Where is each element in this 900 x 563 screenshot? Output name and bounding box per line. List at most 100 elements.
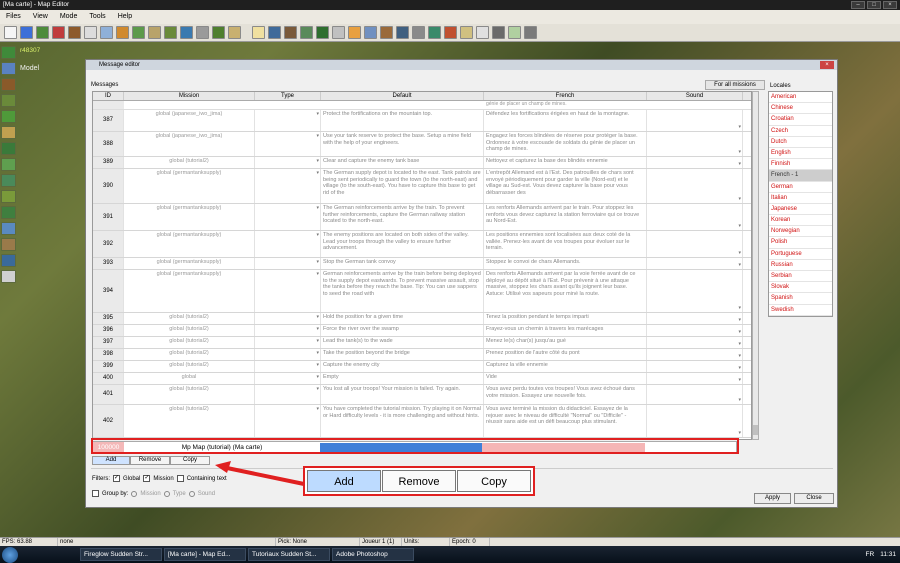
table-row[interactable]: 393global (germantanksupply) Stop the Ger… [93,258,751,270]
row-mission[interactable]: global (tutorial2) [124,405,255,437]
row-mission[interactable]: global (germantanksupply) [124,204,255,230]
row-default-text[interactable]: Capture the enemy city [321,361,484,372]
terrain-tool-icon[interactable] [1,126,16,139]
toolbar-tool-icon[interactable] [164,26,177,39]
callout-remove-button[interactable]: Remove [382,470,456,492]
locale-item[interactable]: Dutch [769,137,832,148]
row-default-text[interactable]: You lost all your troops! Your mission i… [321,385,484,404]
toolbar-tool-icon[interactable] [4,26,17,39]
row-mission[interactable]: global (japanese_iwo_jima) [124,132,255,156]
menu-mode[interactable]: Mode [60,10,78,24]
row-sound[interactable] [647,325,743,336]
locale-item[interactable]: American [769,92,832,104]
toolbar-tool-icon[interactable] [84,26,97,39]
row-sound[interactable] [647,231,743,257]
row-type[interactable] [255,313,321,324]
locale-item[interactable]: Spanish [769,293,832,305]
row-type[interactable] [255,373,321,384]
row-default-text[interactable]: The enemy positions are located on both … [321,231,484,257]
for-all-missions-button[interactable]: For all missions [705,80,765,90]
close-icon[interactable]: × [883,1,897,9]
terrain-tool-icon[interactable] [1,94,16,107]
toolbar-tool-icon[interactable] [228,26,241,39]
callout-add-button[interactable]: Add [307,470,381,492]
terrain-tool-icon[interactable] [1,222,16,235]
minimize-icon[interactable]: – [851,1,865,9]
task-map-editor[interactable]: [Ma carte] - Map Ed... [164,548,246,561]
row-sound[interactable] [647,361,743,372]
terrain-tool-icon[interactable] [1,78,16,91]
row-sound[interactable] [647,110,743,131]
groupby-type-radio[interactable] [163,490,170,497]
row-id[interactable]: 387 [93,110,124,131]
toolbar-tool-icon[interactable] [268,26,281,39]
close-button[interactable]: Close [794,493,834,504]
terrain-tool-icon[interactable] [1,254,16,267]
terrain-tool-icon[interactable] [1,174,16,187]
table-row[interactable]: 401global (tutorial2) You lost all your t… [93,385,751,405]
toolbar-tool-icon[interactable] [380,26,393,39]
row-mission[interactable]: global (tutorial2) [124,325,255,336]
start-icon[interactable] [2,546,18,563]
row-sound[interactable] [647,157,743,168]
global-checkbox[interactable]: ✓ [113,475,120,482]
row-mission[interactable]: global (tutorial2) [124,157,255,168]
locale-item[interactable]: Finnish [769,159,832,171]
locale-item[interactable]: Korean [769,215,832,227]
row-sound[interactable] [647,204,743,230]
toolbar-tool-icon[interactable] [476,26,489,39]
toolbar-tool-icon[interactable] [316,26,329,39]
terrain-tool-icon[interactable] [1,190,16,203]
toolbar-tool-icon[interactable] [180,26,193,39]
locale-item[interactable]: English [769,148,832,160]
groupby-mission-radio[interactable] [131,490,138,497]
locale-item[interactable]: Portuguese [769,249,832,260]
row-id[interactable]: 388 [93,132,124,156]
toolbar-tool-icon[interactable] [412,26,425,39]
toolbar-tool-icon[interactable] [396,26,409,39]
grid-scrollbar[interactable] [752,91,759,440]
row-id[interactable]: 394 [93,270,124,312]
menu-help[interactable]: Help [118,10,132,24]
row-default-text[interactable]: Clear and capture the enemy tank base [321,157,484,168]
row-id[interactable]: 399 [93,361,124,372]
row-default-text[interactable]: You have completed the tutorial mission.… [321,405,484,437]
groupby-sound-radio[interactable] [188,490,195,497]
row-default-text[interactable]: German reinforcements arrive by the trai… [321,270,484,312]
locale-item[interactable]: Slovak [769,282,832,294]
row-mission[interactable]: global (germantanksupply) [124,231,255,257]
row-default-text[interactable]: Take the position beyond the bridge [321,349,484,360]
row-french-text[interactable]: Nettoyez et capturez la base des blindés… [484,157,647,168]
terrain-tool-icon[interactable] [1,110,16,123]
task-photoshop[interactable]: Adobe Photoshop [332,548,414,561]
row-type[interactable] [255,270,321,312]
maximize-icon[interactable]: □ [867,1,881,9]
row-id[interactable]: 397 [93,337,124,348]
callout-copy-button[interactable]: Copy [457,470,531,492]
row-mission[interactable]: global (germantanksupply) [124,270,255,312]
row-default-text[interactable]: Use your tank reserve to protect the bas… [321,132,484,156]
row-french-text[interactable]: Engagez les forces blindées de réserve p… [484,132,647,156]
groupby-checkbox[interactable] [92,490,99,497]
toolbar-tool-icon[interactable] [68,26,81,39]
row-mission[interactable]: global (tutorial2) [124,385,255,404]
row-type[interactable] [255,405,321,437]
table-row[interactable]: 388global (japanese_iwo_jima) Use your ta… [93,132,751,157]
toolbar-tool-icon[interactable] [36,26,49,39]
row-french-text[interactable]: Stoppez le convoi de chars Allemands. [484,258,647,269]
editor-close-icon[interactable]: × [820,61,834,69]
terrain-tool-icon[interactable] [1,46,16,59]
row-sound[interactable] [647,385,743,404]
row-id[interactable]: 401 [93,385,124,404]
containing-text-checkbox[interactable] [176,475,184,482]
menu-view[interactable]: View [33,10,48,24]
locale-item[interactable]: Norwegian [769,226,832,238]
row-french-text[interactable]: Défendez les fortifications érigées en h… [484,110,647,131]
toolbar-tool-icon[interactable] [300,26,313,39]
locale-item[interactable]: German [769,182,832,193]
col-sound[interactable]: Sound [647,92,743,100]
table-row[interactable]: 390global (germantanksupply) The German s… [93,169,751,204]
toolbar-tool-icon[interactable] [20,26,33,39]
toolbar-tool-icon[interactable] [212,26,225,39]
row-mission[interactable]: global (tutorial2) [124,349,255,360]
